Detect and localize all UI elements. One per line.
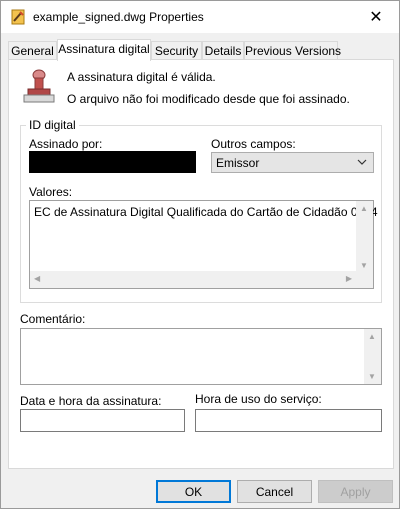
tab-previous-versions[interactable]: Previous Versions xyxy=(244,41,342,60)
close-icon: ✕ xyxy=(369,9,383,26)
comment-textarea[interactable]: ▲ ▼ xyxy=(20,328,382,385)
scroll-right-icon[interactable]: ▶ xyxy=(346,274,352,283)
signature-valid-message: A assinatura digital é válida. xyxy=(67,70,216,84)
signature-datetime-field[interactable] xyxy=(20,409,185,432)
tab-label: General xyxy=(11,44,54,58)
tab-details[interactable]: Details xyxy=(202,41,244,60)
values-text: EC de Assinatura Digital Qualificada do … xyxy=(34,205,378,219)
tab-label: Assinatura digital xyxy=(58,42,150,56)
chevron-down-icon xyxy=(357,159,367,165)
tab-general[interactable]: General xyxy=(8,41,57,60)
cancel-button[interactable]: Cancel xyxy=(237,480,312,503)
ok-button[interactable]: OK xyxy=(156,480,231,503)
comment-vertical-scrollbar[interactable]: ▲ ▼ xyxy=(364,329,381,384)
apply-button[interactable]: Apply xyxy=(318,480,393,503)
properties-window: example_signed.dwg Properties ✕ General … xyxy=(0,0,400,509)
tab-strip: General Assinatura digital Security Deta… xyxy=(8,39,394,61)
scroll-up-icon[interactable]: ▲ xyxy=(360,204,368,213)
scroll-left-icon[interactable]: ◀ xyxy=(34,274,40,283)
scroll-up-icon[interactable]: ▲ xyxy=(368,332,376,341)
signature-stamp-icon xyxy=(23,69,55,103)
service-time-label: Hora de uso do serviço: xyxy=(195,392,322,406)
dwg-file-icon xyxy=(11,9,25,25)
values-vertical-scrollbar[interactable]: ▲ ▼ xyxy=(356,201,373,273)
signed-by-field-redacted xyxy=(29,151,196,173)
tab-assinatura-digital[interactable]: Assinatura digital xyxy=(57,39,151,61)
values-horizontal-scrollbar[interactable]: ◀ ▶ xyxy=(30,271,356,288)
other-fields-label: Outros campos: xyxy=(211,137,296,151)
scroll-down-icon[interactable]: ▼ xyxy=(360,261,368,270)
service-time-field[interactable] xyxy=(195,409,382,432)
signature-datetime-label: Data e hora da assinatura: xyxy=(20,394,162,408)
close-button[interactable]: ✕ xyxy=(353,1,399,33)
file-unmodified-message: O arquivo não foi modificado desde que f… xyxy=(67,92,350,106)
tab-security[interactable]: Security xyxy=(151,41,202,60)
values-label: Valores: xyxy=(29,185,73,199)
title-bar: example_signed.dwg Properties ✕ xyxy=(1,1,399,33)
window-title: example_signed.dwg Properties xyxy=(33,10,204,24)
signed-by-label: Assinado por: xyxy=(29,137,103,151)
scroll-down-icon[interactable]: ▼ xyxy=(368,372,376,381)
tab-label: Previous Versions xyxy=(245,44,342,58)
tab-label: Details xyxy=(204,44,242,58)
other-fields-selected-value: Emissor xyxy=(216,156,260,170)
scrollbar-corner xyxy=(356,271,373,288)
comment-label: Comentário: xyxy=(20,312,86,326)
digital-id-legend: ID digital xyxy=(26,118,79,132)
tab-label: Security xyxy=(154,44,199,58)
other-fields-select[interactable]: Emissor xyxy=(211,152,374,173)
values-textarea[interactable]: EC de Assinatura Digital Qualificada do … xyxy=(29,200,378,289)
